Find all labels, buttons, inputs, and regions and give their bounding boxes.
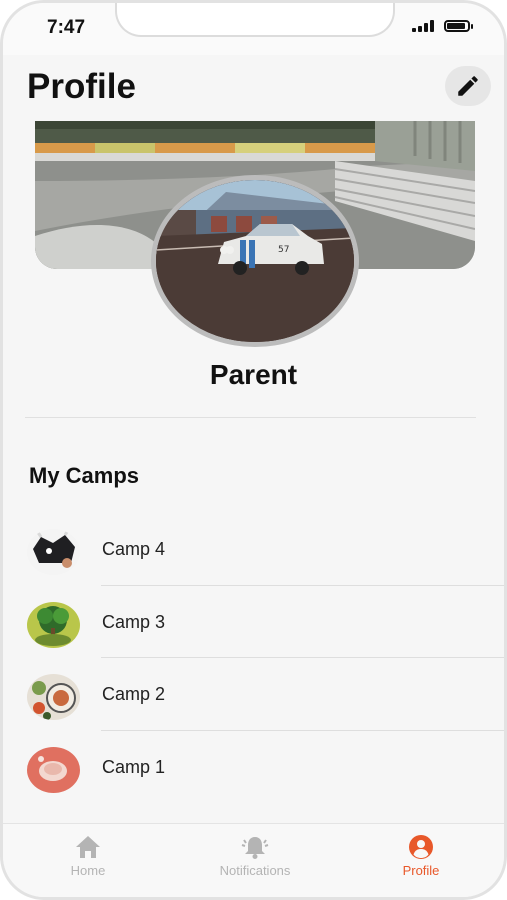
camp-list: Camp 4 Camp 3 Camp 2 Camp 1 (3, 513, 504, 803)
camp-thumbnail (27, 529, 80, 575)
status-time: 7:47 (47, 17, 86, 38)
edit-profile-button[interactable] (445, 66, 491, 106)
camp-thumbnail (27, 746, 80, 793)
phone-screen: 7:47 Profile 57 Parent My Camps Camp 4 C… (0, 0, 507, 900)
list-item[interactable]: Camp 1 (3, 731, 504, 804)
camp-label: Camp 1 (102, 756, 166, 777)
pencil-icon (458, 76, 478, 96)
list-item[interactable]: Camp 3 (3, 586, 504, 658)
user-circle-icon (409, 835, 433, 859)
camp-thumbnail (27, 674, 80, 720)
camp-label: Camp 3 (102, 611, 166, 632)
profile-avatar[interactable]: 57 (151, 175, 359, 347)
status-icons (412, 20, 473, 32)
list-item[interactable]: Camp 4 (3, 513, 504, 586)
tab-notifications[interactable]: Notifications (195, 834, 315, 878)
device-notch (115, 3, 395, 37)
camp-thumbnail (27, 601, 80, 648)
tab-label: Notifications (219, 863, 291, 878)
tab-home[interactable]: Home (28, 834, 148, 878)
svg-text:57: 57 (278, 245, 289, 255)
divider (25, 417, 476, 418)
signal-icon (412, 20, 434, 32)
camp-label: Camp 2 (102, 684, 166, 704)
profile-name: Parent (209, 359, 298, 390)
list-item[interactable]: Camp 2 (3, 658, 504, 731)
home-icon (76, 836, 100, 858)
my-camps-heading: My Camps (29, 463, 140, 488)
bell-icon (241, 837, 269, 859)
camp-label: Camp 4 (102, 539, 166, 559)
tab-label: Profile (402, 863, 440, 878)
tab-profile[interactable]: Profile (361, 834, 481, 878)
tab-bar: Home Notifications Profile (3, 823, 504, 897)
status-bar: 7:47 (3, 3, 504, 55)
battery-icon (444, 20, 473, 32)
tab-label: Home (70, 863, 106, 878)
page-title: Profile (27, 67, 136, 106)
